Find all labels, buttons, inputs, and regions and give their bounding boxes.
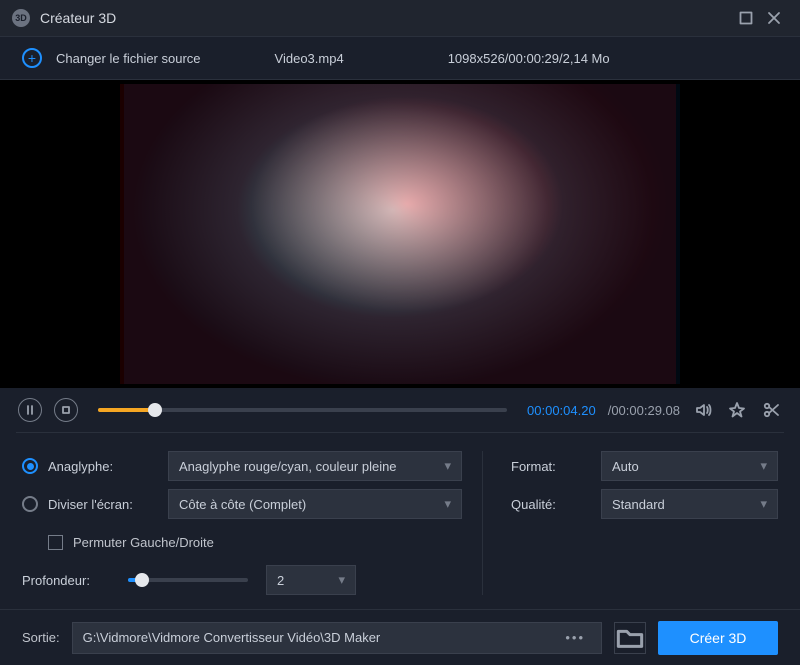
open-folder-button[interactable]	[614, 622, 646, 654]
anaglyph-mode-value: Anaglyphe rouge/cyan, couleur pleine	[179, 459, 397, 474]
source-filename: Video3.mp4	[275, 51, 344, 66]
chevron-down-icon: ▾	[444, 496, 451, 512]
pin-icon	[728, 401, 746, 419]
swap-row: Permuter Gauche/Droite	[22, 523, 462, 561]
depth-value: 2	[277, 573, 284, 588]
chevron-down-icon: ▾	[760, 458, 767, 474]
video-preview	[0, 80, 800, 388]
current-time: 00:00:04.20	[527, 403, 596, 418]
pause-icon	[25, 405, 35, 415]
depth-row: Profondeur: 2 ▾	[22, 561, 462, 599]
split-mode-value: Côte à côte (Complet)	[179, 497, 306, 512]
seek-slider[interactable]	[98, 408, 507, 412]
format-label: Format:	[511, 459, 591, 474]
stop-button[interactable]	[54, 398, 78, 422]
speaker-icon	[694, 401, 712, 419]
depth-label: Profondeur:	[22, 573, 118, 588]
create-3d-button[interactable]: Créer 3D	[658, 621, 778, 655]
quality-label: Qualité:	[511, 497, 591, 512]
format-value: Auto	[612, 459, 639, 474]
split-radio[interactable]	[22, 496, 38, 512]
pause-button[interactable]	[18, 398, 42, 422]
preview-canvas	[120, 84, 680, 384]
folder-icon	[615, 623, 645, 653]
swap-checkbox[interactable]	[48, 535, 63, 550]
depth-thumb[interactable]	[135, 573, 149, 587]
close-icon	[767, 11, 781, 25]
volume-button[interactable]	[692, 399, 714, 421]
output-label: Sortie:	[22, 630, 60, 645]
maximize-button[interactable]	[732, 4, 760, 32]
split-mode-select[interactable]: Côte à côte (Complet) ▾	[168, 489, 462, 519]
split-label: Diviser l'écran:	[48, 497, 158, 512]
depth-value-select[interactable]: 2 ▾	[266, 565, 356, 595]
output-path-value: G:\Vidmore\Vidmore Convertisseur Vidéo\3…	[83, 630, 381, 645]
split-row: Diviser l'écran: Côte à côte (Complet) ▾	[22, 485, 462, 523]
anaglyph-mode-select[interactable]: Anaglyphe rouge/cyan, couleur pleine ▾	[168, 451, 462, 481]
divider	[482, 451, 483, 595]
playback-controls: 00:00:04.20/00:00:29.08	[0, 388, 800, 432]
change-source-button[interactable]: Changer le fichier source	[56, 51, 201, 66]
close-button[interactable]	[760, 4, 788, 32]
plus-circle-icon[interactable]: +	[22, 48, 42, 68]
browse-button[interactable]: •••	[559, 630, 591, 645]
format-row: Format: Auto ▾	[511, 447, 778, 485]
scissors-icon	[762, 401, 780, 419]
quality-value: Standard	[612, 497, 665, 512]
seek-thumb[interactable]	[148, 403, 162, 417]
settings-panel: Anaglyphe: Anaglyphe rouge/cyan, couleur…	[0, 433, 800, 603]
format-select[interactable]: Auto ▾	[601, 451, 778, 481]
anaglyph-row: Anaglyphe: Anaglyphe rouge/cyan, couleur…	[22, 447, 462, 485]
swap-label: Permuter Gauche/Droite	[73, 535, 214, 550]
app-icon: 3D	[12, 9, 30, 27]
window-title: Créateur 3D	[40, 10, 116, 26]
footer-bar: Sortie: G:\Vidmore\Vidmore Convertisseur…	[0, 609, 800, 665]
chevron-down-icon: ▾	[338, 572, 345, 588]
cut-button[interactable]	[760, 399, 782, 421]
source-bar: + Changer le fichier source Video3.mp4 1…	[0, 36, 800, 80]
quality-select[interactable]: Standard ▾	[601, 489, 778, 519]
quality-row: Qualité: Standard ▾	[511, 485, 778, 523]
output-path-field[interactable]: G:\Vidmore\Vidmore Convertisseur Vidéo\3…	[72, 622, 602, 654]
anaglyph-label: Anaglyphe:	[48, 459, 158, 474]
source-info: 1098x526/00:00:29/2,14 Mo	[448, 51, 610, 66]
depth-slider[interactable]	[128, 578, 248, 582]
snapshot-button[interactable]	[726, 399, 748, 421]
chevron-down-icon: ▾	[760, 496, 767, 512]
title-bar: 3D Créateur 3D	[0, 0, 800, 36]
chevron-down-icon: ▾	[444, 458, 451, 474]
anaglyph-radio[interactable]	[22, 458, 38, 474]
stop-icon	[61, 405, 71, 415]
square-icon	[739, 11, 753, 25]
total-time: /00:00:29.08	[608, 403, 680, 418]
